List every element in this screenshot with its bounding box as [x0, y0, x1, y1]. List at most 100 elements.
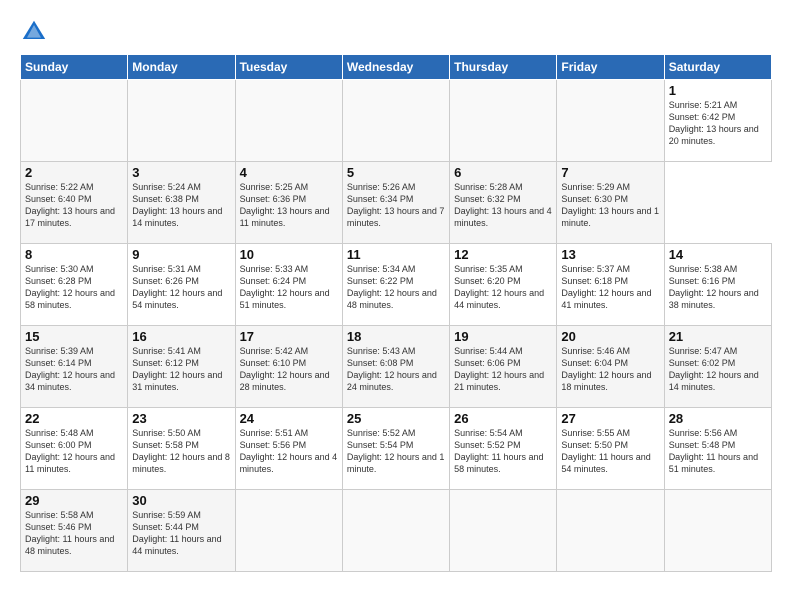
day-cell-28: 28 Sunrise: 5:56 AMSunset: 5:48 PMDaylig…	[664, 408, 771, 490]
header	[20, 18, 772, 46]
day-number: 1	[669, 83, 767, 98]
day-cell-18: 18 Sunrise: 5:43 AMSunset: 6:08 PMDaylig…	[342, 326, 449, 408]
day-detail: Sunrise: 5:52 AMSunset: 5:54 PMDaylight:…	[347, 427, 445, 476]
empty-cell	[235, 490, 342, 572]
day-detail: Sunrise: 5:28 AMSunset: 6:32 PMDaylight:…	[454, 181, 552, 230]
day-number: 30	[132, 493, 230, 508]
day-detail: Sunrise: 5:43 AMSunset: 6:08 PMDaylight:…	[347, 345, 445, 394]
day-number: 19	[454, 329, 552, 344]
day-detail: Sunrise: 5:35 AMSunset: 6:20 PMDaylight:…	[454, 263, 552, 312]
day-detail: Sunrise: 5:58 AMSunset: 5:46 PMDaylight:…	[25, 509, 123, 558]
day-number: 21	[669, 329, 767, 344]
empty-cell	[557, 490, 664, 572]
day-detail: Sunrise: 5:24 AMSunset: 6:38 PMDaylight:…	[132, 181, 230, 230]
empty-cell	[342, 490, 449, 572]
day-number: 14	[669, 247, 767, 262]
week-row-5: 29 Sunrise: 5:58 AMSunset: 5:46 PMDaylig…	[21, 490, 772, 572]
header-cell-saturday: Saturday	[664, 55, 771, 80]
day-number: 13	[561, 247, 659, 262]
day-detail: Sunrise: 5:37 AMSunset: 6:18 PMDaylight:…	[561, 263, 659, 312]
day-number: 9	[132, 247, 230, 262]
day-cell-6: 6 Sunrise: 5:28 AMSunset: 6:32 PMDayligh…	[450, 162, 557, 244]
calendar-table: SundayMondayTuesdayWednesdayThursdayFrid…	[20, 54, 772, 572]
empty-cell	[664, 490, 771, 572]
day-cell-22: 22 Sunrise: 5:48 AMSunset: 6:00 PMDaylig…	[21, 408, 128, 490]
empty-cell	[235, 80, 342, 162]
day-detail: Sunrise: 5:42 AMSunset: 6:10 PMDaylight:…	[240, 345, 338, 394]
empty-cell	[450, 80, 557, 162]
day-detail: Sunrise: 5:44 AMSunset: 6:06 PMDaylight:…	[454, 345, 552, 394]
day-number: 26	[454, 411, 552, 426]
day-cell-2: 2 Sunrise: 5:22 AMSunset: 6:40 PMDayligh…	[21, 162, 128, 244]
day-detail: Sunrise: 5:38 AMSunset: 6:16 PMDaylight:…	[669, 263, 767, 312]
day-cell-5: 5 Sunrise: 5:26 AMSunset: 6:34 PMDayligh…	[342, 162, 449, 244]
week-row-1: 2 Sunrise: 5:22 AMSunset: 6:40 PMDayligh…	[21, 162, 772, 244]
week-row-2: 8 Sunrise: 5:30 AMSunset: 6:28 PMDayligh…	[21, 244, 772, 326]
day-number: 10	[240, 247, 338, 262]
day-cell-25: 25 Sunrise: 5:52 AMSunset: 5:54 PMDaylig…	[342, 408, 449, 490]
day-cell-1: 1 Sunrise: 5:21 AMSunset: 6:42 PMDayligh…	[664, 80, 771, 162]
day-number: 20	[561, 329, 659, 344]
day-number: 6	[454, 165, 552, 180]
calendar-page: SundayMondayTuesdayWednesdayThursdayFrid…	[0, 0, 792, 612]
empty-cell	[450, 490, 557, 572]
day-number: 15	[25, 329, 123, 344]
header-cell-monday: Monday	[128, 55, 235, 80]
day-detail: Sunrise: 5:41 AMSunset: 6:12 PMDaylight:…	[132, 345, 230, 394]
header-cell-thursday: Thursday	[450, 55, 557, 80]
day-cell-16: 16 Sunrise: 5:41 AMSunset: 6:12 PMDaylig…	[128, 326, 235, 408]
empty-cell	[21, 80, 128, 162]
day-number: 18	[347, 329, 445, 344]
day-detail: Sunrise: 5:26 AMSunset: 6:34 PMDaylight:…	[347, 181, 445, 230]
day-detail: Sunrise: 5:46 AMSunset: 6:04 PMDaylight:…	[561, 345, 659, 394]
day-detail: Sunrise: 5:34 AMSunset: 6:22 PMDaylight:…	[347, 263, 445, 312]
day-detail: Sunrise: 5:30 AMSunset: 6:28 PMDaylight:…	[25, 263, 123, 312]
day-number: 24	[240, 411, 338, 426]
day-cell-26: 26 Sunrise: 5:54 AMSunset: 5:52 PMDaylig…	[450, 408, 557, 490]
day-cell-12: 12 Sunrise: 5:35 AMSunset: 6:20 PMDaylig…	[450, 244, 557, 326]
day-cell-21: 21 Sunrise: 5:47 AMSunset: 6:02 PMDaylig…	[664, 326, 771, 408]
day-cell-7: 7 Sunrise: 5:29 AMSunset: 6:30 PMDayligh…	[557, 162, 664, 244]
day-number: 7	[561, 165, 659, 180]
header-cell-wednesday: Wednesday	[342, 55, 449, 80]
day-number: 2	[25, 165, 123, 180]
day-detail: Sunrise: 5:51 AMSunset: 5:56 PMDaylight:…	[240, 427, 338, 476]
day-cell-17: 17 Sunrise: 5:42 AMSunset: 6:10 PMDaylig…	[235, 326, 342, 408]
empty-cell	[342, 80, 449, 162]
header-row: SundayMondayTuesdayWednesdayThursdayFrid…	[21, 55, 772, 80]
logo	[20, 18, 52, 46]
day-detail: Sunrise: 5:47 AMSunset: 6:02 PMDaylight:…	[669, 345, 767, 394]
header-cell-tuesday: Tuesday	[235, 55, 342, 80]
day-cell-11: 11 Sunrise: 5:34 AMSunset: 6:22 PMDaylig…	[342, 244, 449, 326]
day-cell-14: 14 Sunrise: 5:38 AMSunset: 6:16 PMDaylig…	[664, 244, 771, 326]
day-number: 27	[561, 411, 659, 426]
day-detail: Sunrise: 5:59 AMSunset: 5:44 PMDaylight:…	[132, 509, 230, 558]
day-number: 22	[25, 411, 123, 426]
logo-icon	[20, 18, 48, 46]
day-detail: Sunrise: 5:39 AMSunset: 6:14 PMDaylight:…	[25, 345, 123, 394]
day-cell-30: 30 Sunrise: 5:59 AMSunset: 5:44 PMDaylig…	[128, 490, 235, 572]
day-cell-4: 4 Sunrise: 5:25 AMSunset: 6:36 PMDayligh…	[235, 162, 342, 244]
day-cell-24: 24 Sunrise: 5:51 AMSunset: 5:56 PMDaylig…	[235, 408, 342, 490]
day-number: 3	[132, 165, 230, 180]
day-cell-13: 13 Sunrise: 5:37 AMSunset: 6:18 PMDaylig…	[557, 244, 664, 326]
day-cell-8: 8 Sunrise: 5:30 AMSunset: 6:28 PMDayligh…	[21, 244, 128, 326]
day-cell-10: 10 Sunrise: 5:33 AMSunset: 6:24 PMDaylig…	[235, 244, 342, 326]
day-cell-9: 9 Sunrise: 5:31 AMSunset: 6:26 PMDayligh…	[128, 244, 235, 326]
day-detail: Sunrise: 5:54 AMSunset: 5:52 PMDaylight:…	[454, 427, 552, 476]
day-number: 25	[347, 411, 445, 426]
day-detail: Sunrise: 5:55 AMSunset: 5:50 PMDaylight:…	[561, 427, 659, 476]
day-number: 4	[240, 165, 338, 180]
header-cell-friday: Friday	[557, 55, 664, 80]
day-detail: Sunrise: 5:50 AMSunset: 5:58 PMDaylight:…	[132, 427, 230, 476]
day-number: 29	[25, 493, 123, 508]
empty-cell	[557, 80, 664, 162]
day-number: 8	[25, 247, 123, 262]
day-detail: Sunrise: 5:56 AMSunset: 5:48 PMDaylight:…	[669, 427, 767, 476]
day-cell-20: 20 Sunrise: 5:46 AMSunset: 6:04 PMDaylig…	[557, 326, 664, 408]
day-number: 28	[669, 411, 767, 426]
day-detail: Sunrise: 5:21 AMSunset: 6:42 PMDaylight:…	[669, 99, 767, 148]
day-cell-29: 29 Sunrise: 5:58 AMSunset: 5:46 PMDaylig…	[21, 490, 128, 572]
empty-cell	[128, 80, 235, 162]
day-cell-19: 19 Sunrise: 5:44 AMSunset: 6:06 PMDaylig…	[450, 326, 557, 408]
